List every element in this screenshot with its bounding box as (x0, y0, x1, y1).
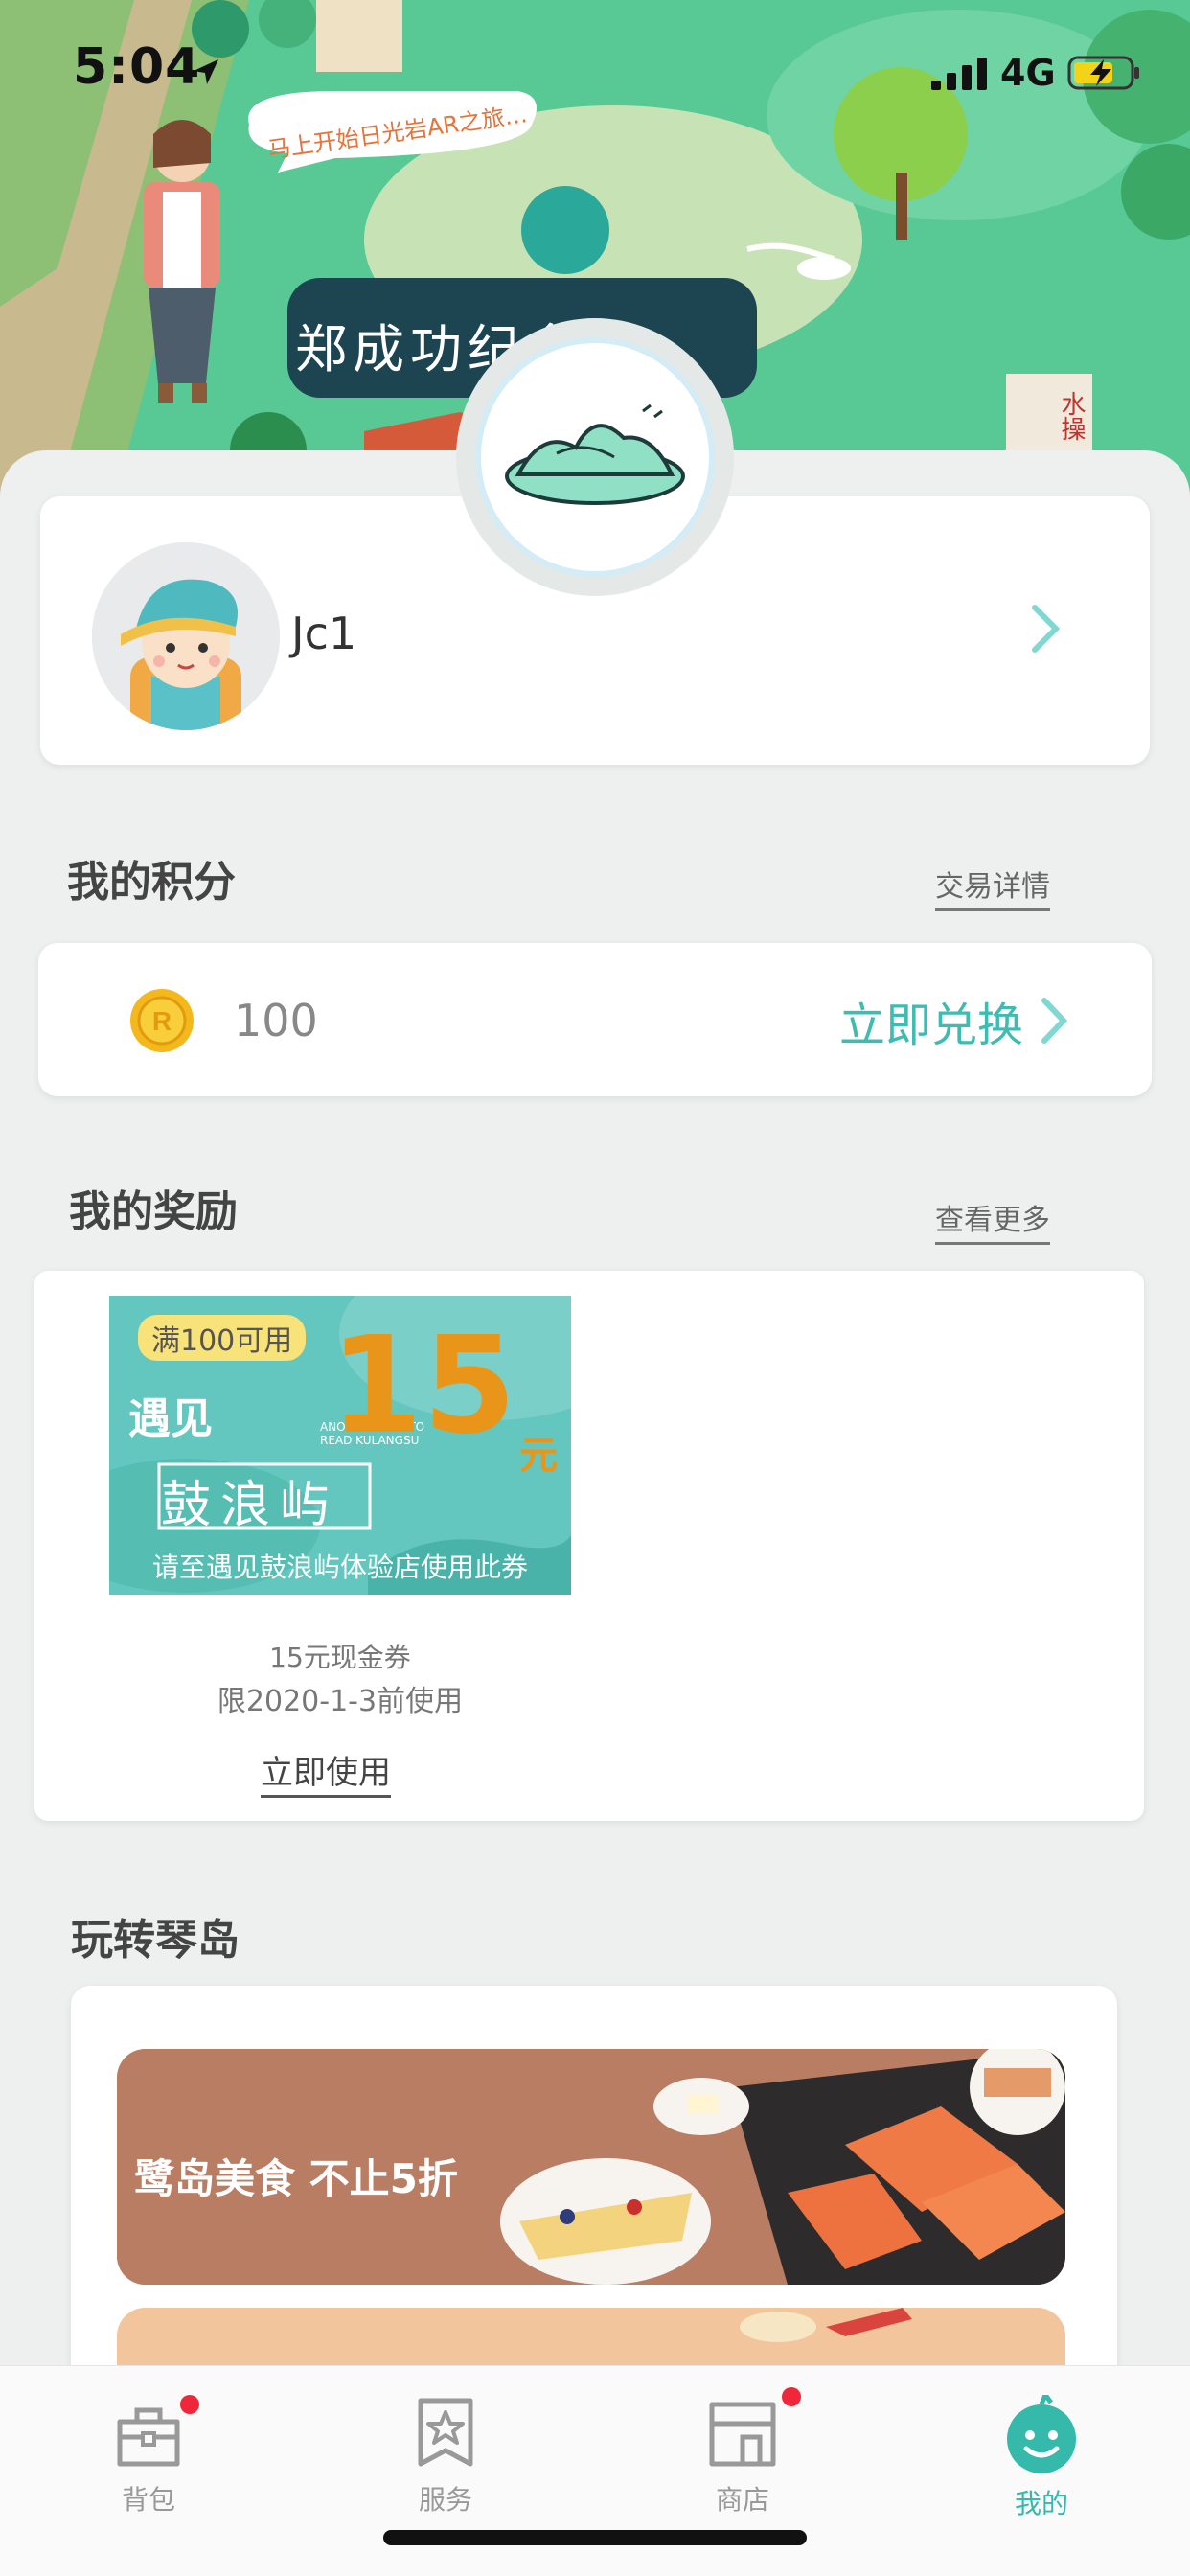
store-icon (709, 2402, 776, 2467)
food-promo-banner[interactable]: 鹭岛美食 不止5折 (117, 2049, 1065, 2285)
transaction-details-link[interactable]: 交易详情 (935, 862, 1050, 911)
tab-label-backpack: 背包 (121, 2484, 175, 2516)
signal-icon (931, 58, 987, 90)
coupon-amount: 15 (330, 1308, 516, 1464)
coupon-unit: 元 (519, 1434, 558, 1478)
notification-badge (782, 2387, 801, 2406)
use-now-button[interactable]: 立即使用 (261, 1746, 391, 1798)
notification-badge (180, 2395, 199, 2414)
avatar (92, 542, 280, 730)
island-logo-icon (505, 403, 685, 505)
tab-store[interactable]: 商店 (671, 2387, 814, 2518)
view-more-link[interactable]: 查看更多 (935, 1196, 1050, 1245)
status-time: 5:04 (73, 38, 201, 96)
points-card: R 100 立即兑换 (38, 943, 1152, 1096)
svg-text:R: R (152, 1006, 172, 1036)
coupon-brand-line1: 遇见 (128, 1394, 213, 1443)
tab-label-service: 服务 (418, 2484, 472, 2516)
username: Jc1 (291, 608, 357, 659)
coin-icon: R (130, 989, 194, 1052)
coupon-condition-badge: 满100可用 (138, 1315, 307, 1361)
coupon-note: 请至遇见鼓浪屿体验店使用此券 (151, 1552, 528, 1583)
app-logo-badge (456, 318, 734, 596)
chevron-right-icon[interactable] (1025, 602, 1064, 656)
status-bar: 5:04 4G (0, 0, 1190, 144)
battery-charging-icon (1067, 56, 1139, 90)
side-sign-text: 水操 (1057, 391, 1086, 441)
rewards-card: 满100可用 遇见 鼓浪屿 ANOTHER WAY TO READ KULANG… (34, 1271, 1144, 1821)
points-section-title: 我的积分 (67, 858, 236, 907)
points-value: 100 (234, 995, 318, 1046)
coupon-card[interactable]: 满100可用 遇见 鼓浪屿 ANOTHER WAY TO READ KULANG… (109, 1296, 571, 1595)
redeem-button[interactable]: 立即兑换 (839, 987, 1069, 1054)
backpack-icon (117, 2407, 180, 2467)
home-indicator[interactable] (383, 2530, 807, 2545)
food-promo-text: 鹭岛美食 不止5折 (134, 2155, 458, 2202)
tab-label-store: 商店 (715, 2484, 769, 2516)
redeem-label: 立即兑换 (839, 999, 1024, 1052)
tab-backpack[interactable]: 背包 (77, 2395, 220, 2518)
coupon-expiry: 限2020-1-3前使用 (217, 1685, 464, 1718)
rewards-section-title: 我的奖励 (69, 1187, 238, 1236)
tab-service[interactable]: 服务 (374, 2395, 517, 2518)
location-arrow-icon (194, 59, 218, 84)
tab-label-mine: 我的 (1014, 2488, 1068, 2519)
coupon-name: 15元现金券 (269, 1642, 411, 1673)
explore-section-title: 玩转琴岛 (71, 1916, 240, 1965)
chevron-right-icon (1041, 998, 1068, 1044)
smiley-icon (1007, 2389, 1076, 2473)
network-type: 4G (1000, 52, 1056, 94)
tab-mine[interactable]: 我的 (970, 2389, 1113, 2521)
star-flag-icon (418, 2398, 473, 2467)
coupon-brand-line2: 鼓浪屿 (161, 1477, 340, 1534)
